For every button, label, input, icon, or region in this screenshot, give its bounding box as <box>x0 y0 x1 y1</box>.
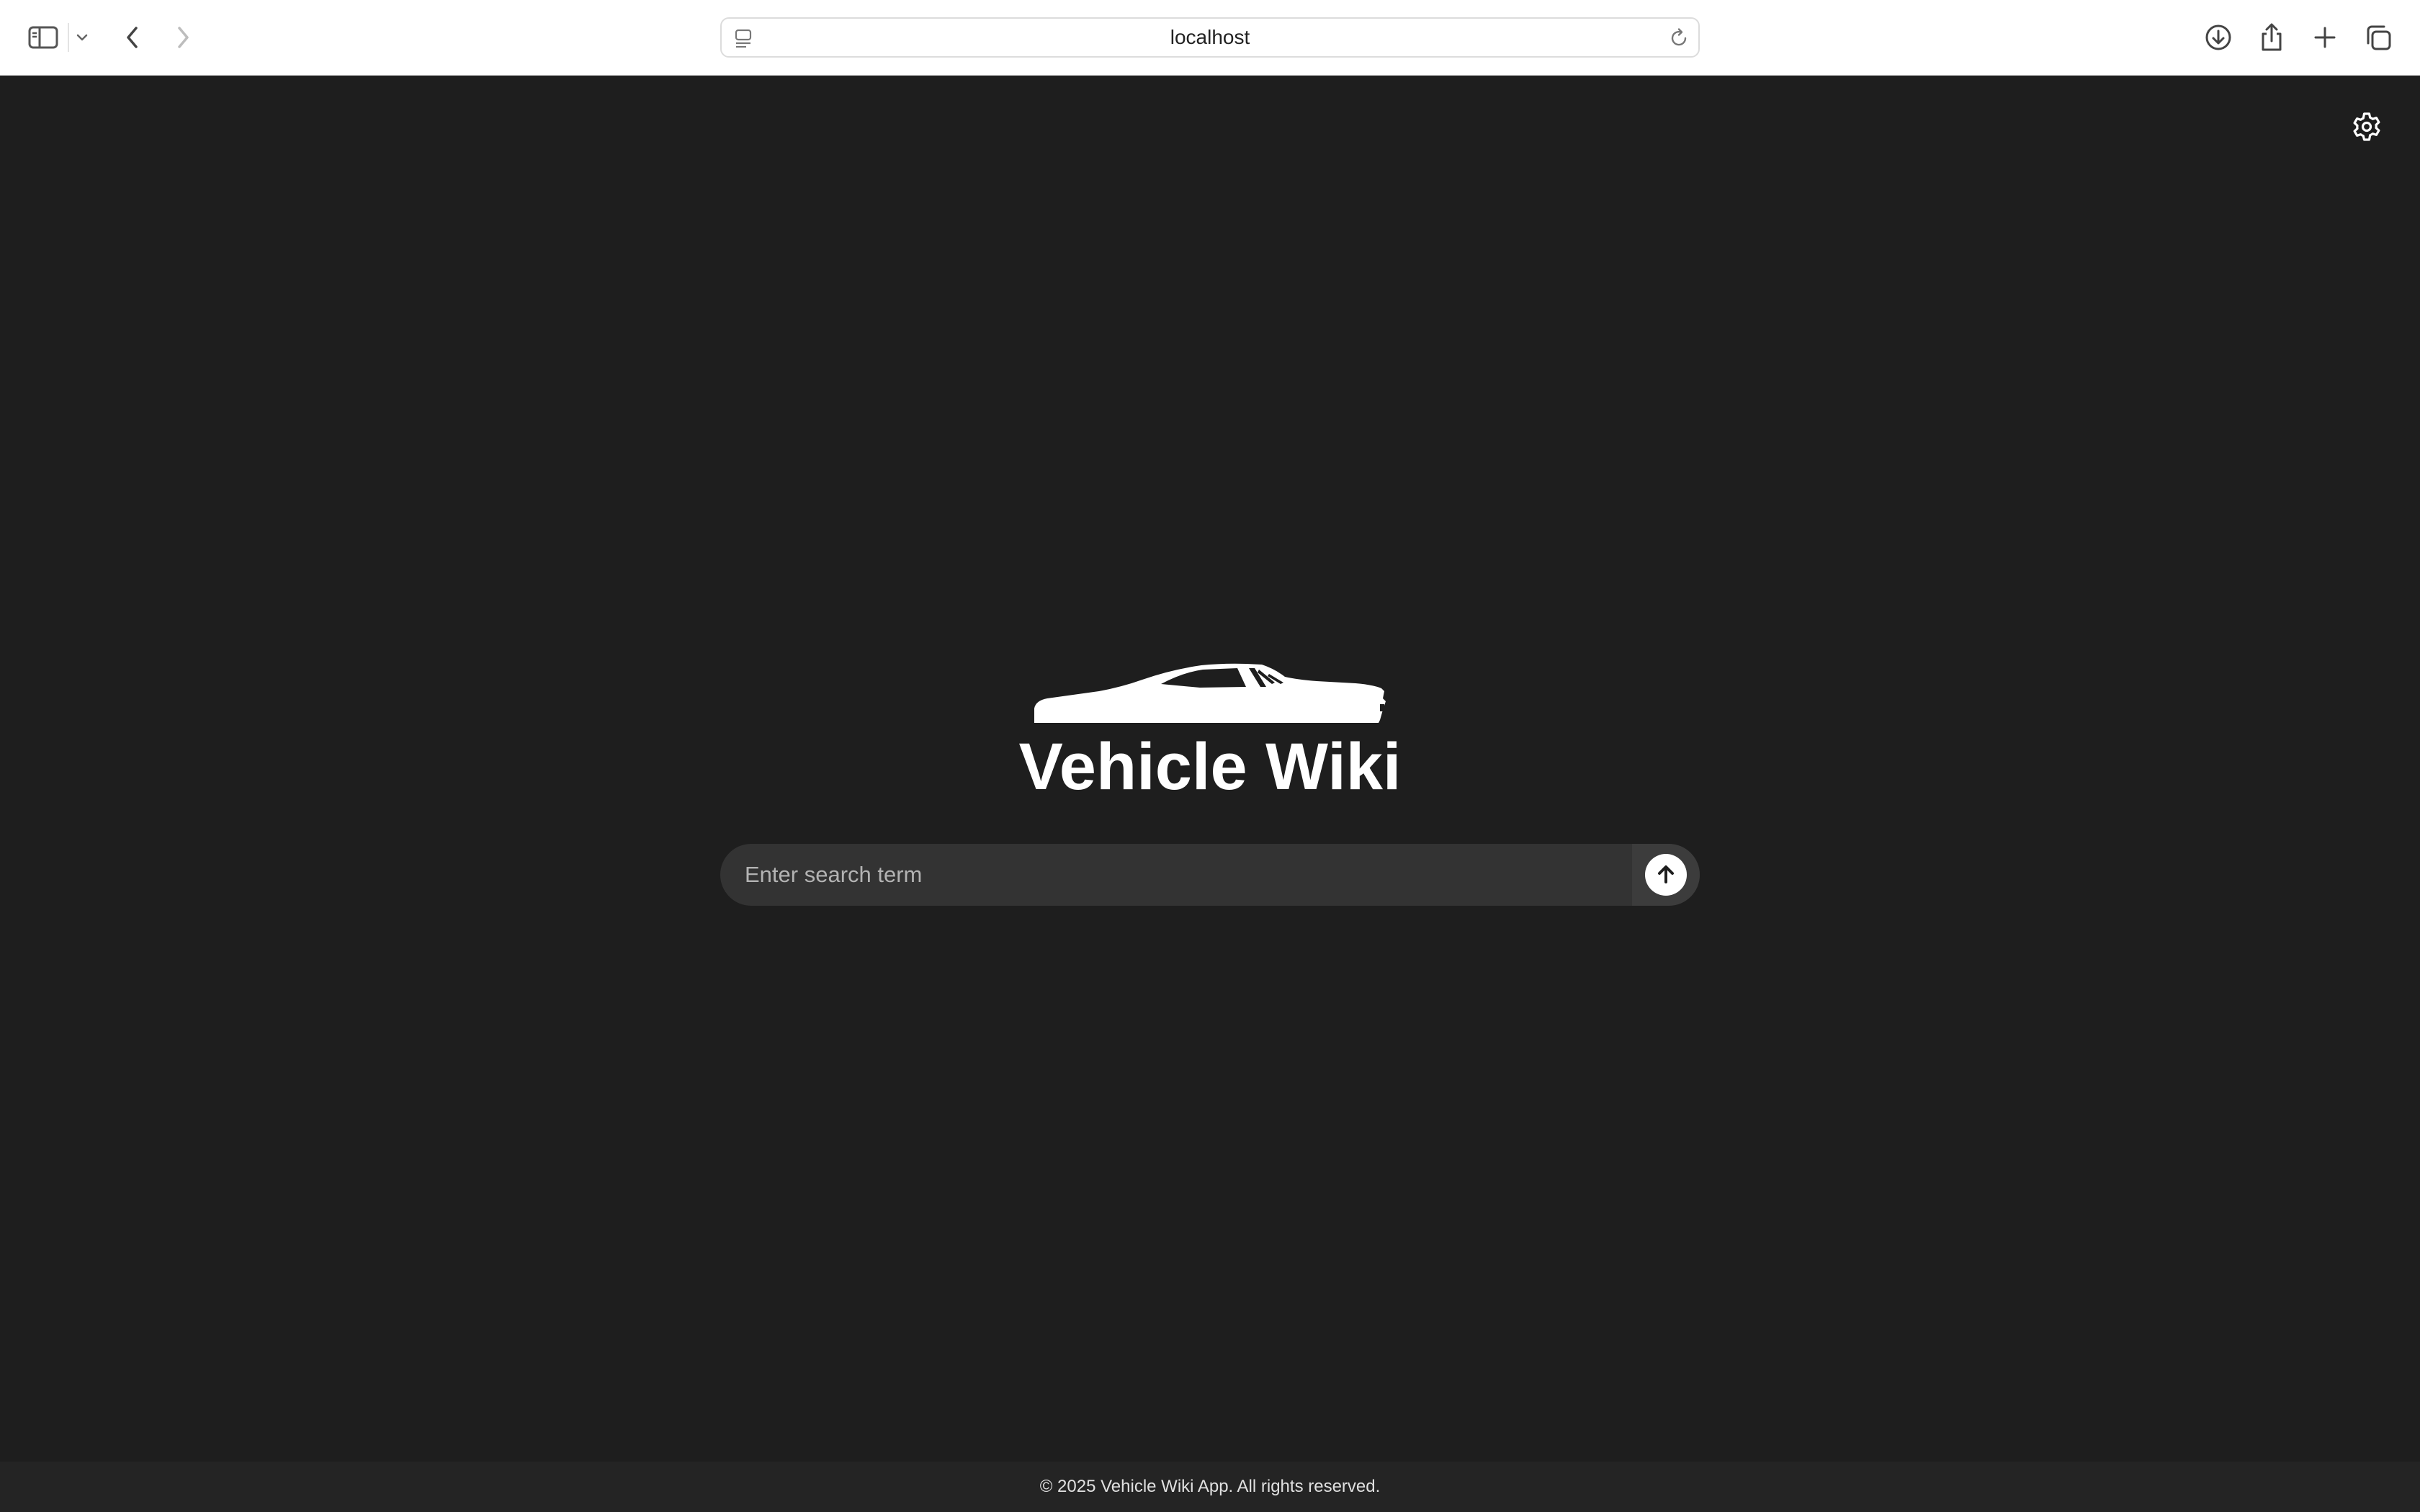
search-input[interactable] <box>720 844 1632 906</box>
tab-group-menu-button[interactable] <box>65 20 99 55</box>
browser-toolbar: localhost <box>0 0 2420 76</box>
search-submit-button[interactable] <box>1645 854 1687 896</box>
footer-text: © 2025 Vehicle Wiki App. All rights rese… <box>1039 1477 1381 1496</box>
chevron-left-icon <box>124 25 141 50</box>
car-silhouette-icon <box>1030 655 1390 727</box>
search-bar <box>720 844 1700 906</box>
download-icon <box>2204 23 2233 52</box>
tab-overview-button[interactable] <box>2361 20 2396 55</box>
forward-button[interactable] <box>166 20 200 55</box>
downloads-button[interactable] <box>2201 20 2236 55</box>
arrow-up-icon <box>1654 862 1678 888</box>
footer: © 2025 Vehicle Wiki App. All rights rese… <box>0 1462 2420 1512</box>
back-button[interactable] <box>115 20 150 55</box>
search-button-container <box>1632 844 1700 906</box>
gear-icon <box>2349 112 2384 147</box>
reload-icon[interactable] <box>1667 26 1691 50</box>
chevron-right-icon <box>174 25 192 50</box>
sidebar-toggle-button[interactable] <box>26 20 60 55</box>
share-icon <box>2259 22 2285 53</box>
share-button[interactable] <box>2254 20 2289 55</box>
chevron-down-icon <box>75 32 89 42</box>
new-tab-button[interactable] <box>2308 20 2342 55</box>
plus-icon <box>2312 24 2338 50</box>
tabs-icon <box>2364 23 2393 52</box>
address-bar[interactable]: localhost <box>720 17 1700 58</box>
page-title: Vehicle Wiki <box>1018 730 1402 804</box>
settings-button[interactable] <box>2349 109 2384 144</box>
sidebar-icon <box>28 25 58 50</box>
url-text: localhost <box>1170 26 1250 48</box>
